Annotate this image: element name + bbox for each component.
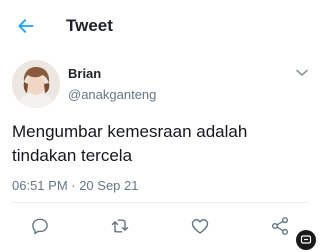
more-options-button[interactable] — [294, 66, 310, 80]
avatar[interactable] — [12, 60, 60, 108]
tweet-timestamp: 06:51 PM · 20 Sep 21 — [12, 178, 139, 193]
share-button[interactable] — [266, 212, 294, 240]
retweet-icon — [111, 219, 129, 233]
divider — [12, 202, 308, 203]
reply-button[interactable] — [26, 212, 54, 240]
tweet-text: Mengumbar kemesraan adalah tindakan terc… — [12, 122, 248, 165]
reply-icon — [32, 218, 48, 235]
author-name[interactable]: Brian — [68, 66, 101, 82]
back-button[interactable] — [12, 12, 40, 40]
like-button[interactable] — [186, 212, 214, 240]
retweet-button[interactable] — [106, 212, 134, 240]
action-bar — [0, 212, 320, 240]
author-handle[interactable]: @anakganteng — [68, 87, 156, 103]
chevron-down-icon — [296, 69, 308, 76]
page-title: Tweet — [66, 16, 113, 35]
chat-badge-icon — [300, 235, 312, 244]
avatar-image — [12, 60, 60, 108]
top-bar: Tweet — [0, 0, 320, 52]
arrow-left-icon — [18, 19, 34, 33]
share-icon — [271, 217, 289, 235]
floating-badge-button[interactable] — [296, 230, 316, 250]
heart-icon — [191, 219, 209, 234]
